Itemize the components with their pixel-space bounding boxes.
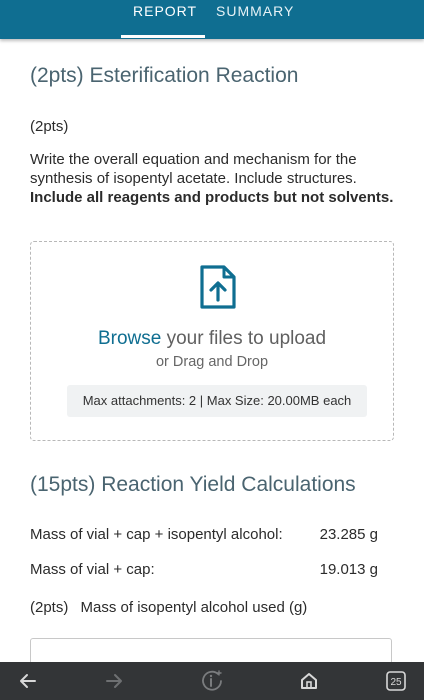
forward-button[interactable] (94, 662, 134, 700)
tab-summary[interactable]: SUMMARY (216, 3, 294, 19)
browse-text: your files to upload (161, 328, 327, 349)
back-arrow-icon (20, 674, 36, 688)
forward-arrow-icon (106, 674, 122, 688)
info-icon (202, 670, 222, 691)
upload-file-icon (200, 265, 236, 309)
drag-drop-hint: or Drag and Drop (155, 354, 269, 370)
mass-value-vial-cap-alcohol: 23.285 g (319, 526, 378, 543)
question-mass-points: (2pts) (30, 599, 69, 616)
home-button[interactable] (289, 662, 329, 700)
browser-bottom-bar: 25 (0, 662, 424, 700)
section-title-yield: (15pts) Reaction Yield Calculations (30, 473, 356, 496)
question-mass-label: Mass of isopentyl alcohol used (g) (80, 599, 308, 616)
question-prompt-text: Write the overall equation and mechanism… (30, 151, 357, 187)
browse-line: Browse your files to upload (31, 328, 393, 350)
browse-link[interactable]: Browse (98, 328, 161, 349)
question-points: (2pts) (30, 118, 69, 135)
tab-count: 25 (390, 677, 402, 688)
attachment-limits: Max attachments: 2 | Max Size: 20.00MB e… (67, 385, 367, 417)
section-title-esterification: (2pts) Esterification Reaction (30, 64, 299, 87)
tab-report[interactable]: REPORT (133, 3, 197, 19)
top-tab-bar: REPORT SUMMARY (0, 0, 424, 39)
file-upload-dropzone[interactable]: Browse your files to upload or Drag and … (30, 241, 394, 441)
mass-label-vial-cap-alcohol: Mass of vial + cap + isopentyl alcohol: (30, 526, 283, 543)
page-info-button[interactable] (192, 662, 232, 700)
active-tab-indicator (121, 35, 205, 38)
tabs-button[interactable]: 25 (376, 662, 416, 700)
tabs-count-icon: 25 (386, 671, 406, 691)
question-prompt-bold: Include all reagents and products but no… (30, 189, 394, 206)
mass-label-vial-cap: Mass of vial + cap: (30, 561, 155, 578)
back-button[interactable] (8, 662, 48, 700)
home-icon (301, 673, 317, 689)
mass-value-vial-cap: 19.013 g (319, 561, 378, 578)
question-mass-used: (2pts) Mass of isopentyl alcohol used (g… (30, 599, 307, 616)
question-prompt: Write the overall equation and mechanism… (30, 150, 400, 207)
